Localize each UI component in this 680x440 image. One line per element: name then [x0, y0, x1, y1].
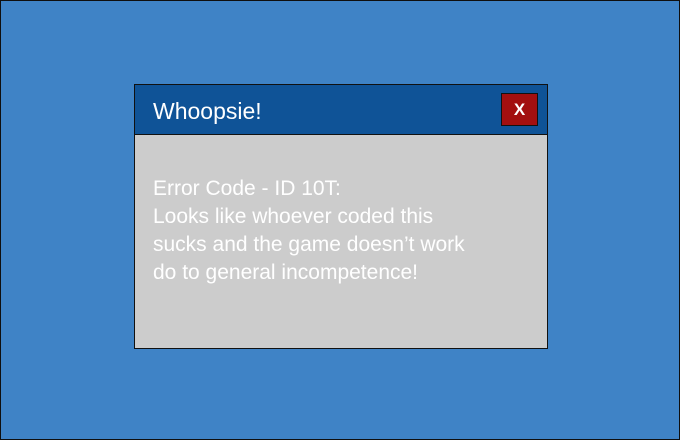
error-message: Error Code - ID 10T: Looks like whoever … [153, 175, 533, 287]
error-dialog: Whoopsie! X Error Code - ID 10T: Looks l… [134, 84, 548, 349]
dialog-titlebar[interactable]: Whoopsie! X [135, 85, 547, 135]
close-button[interactable]: X [501, 93, 538, 126]
desktop-background: Whoopsie! X Error Code - ID 10T: Looks l… [0, 0, 680, 440]
error-message-line: sucks and the game doesn’t work [153, 233, 465, 256]
error-code-line: Error Code - ID 10T: [153, 177, 341, 200]
dialog-title: Whoopsie! [153, 98, 262, 124]
error-message-line: do to general incompetence! [153, 261, 419, 284]
error-message-line: Looks like whoever coded this [153, 205, 434, 228]
